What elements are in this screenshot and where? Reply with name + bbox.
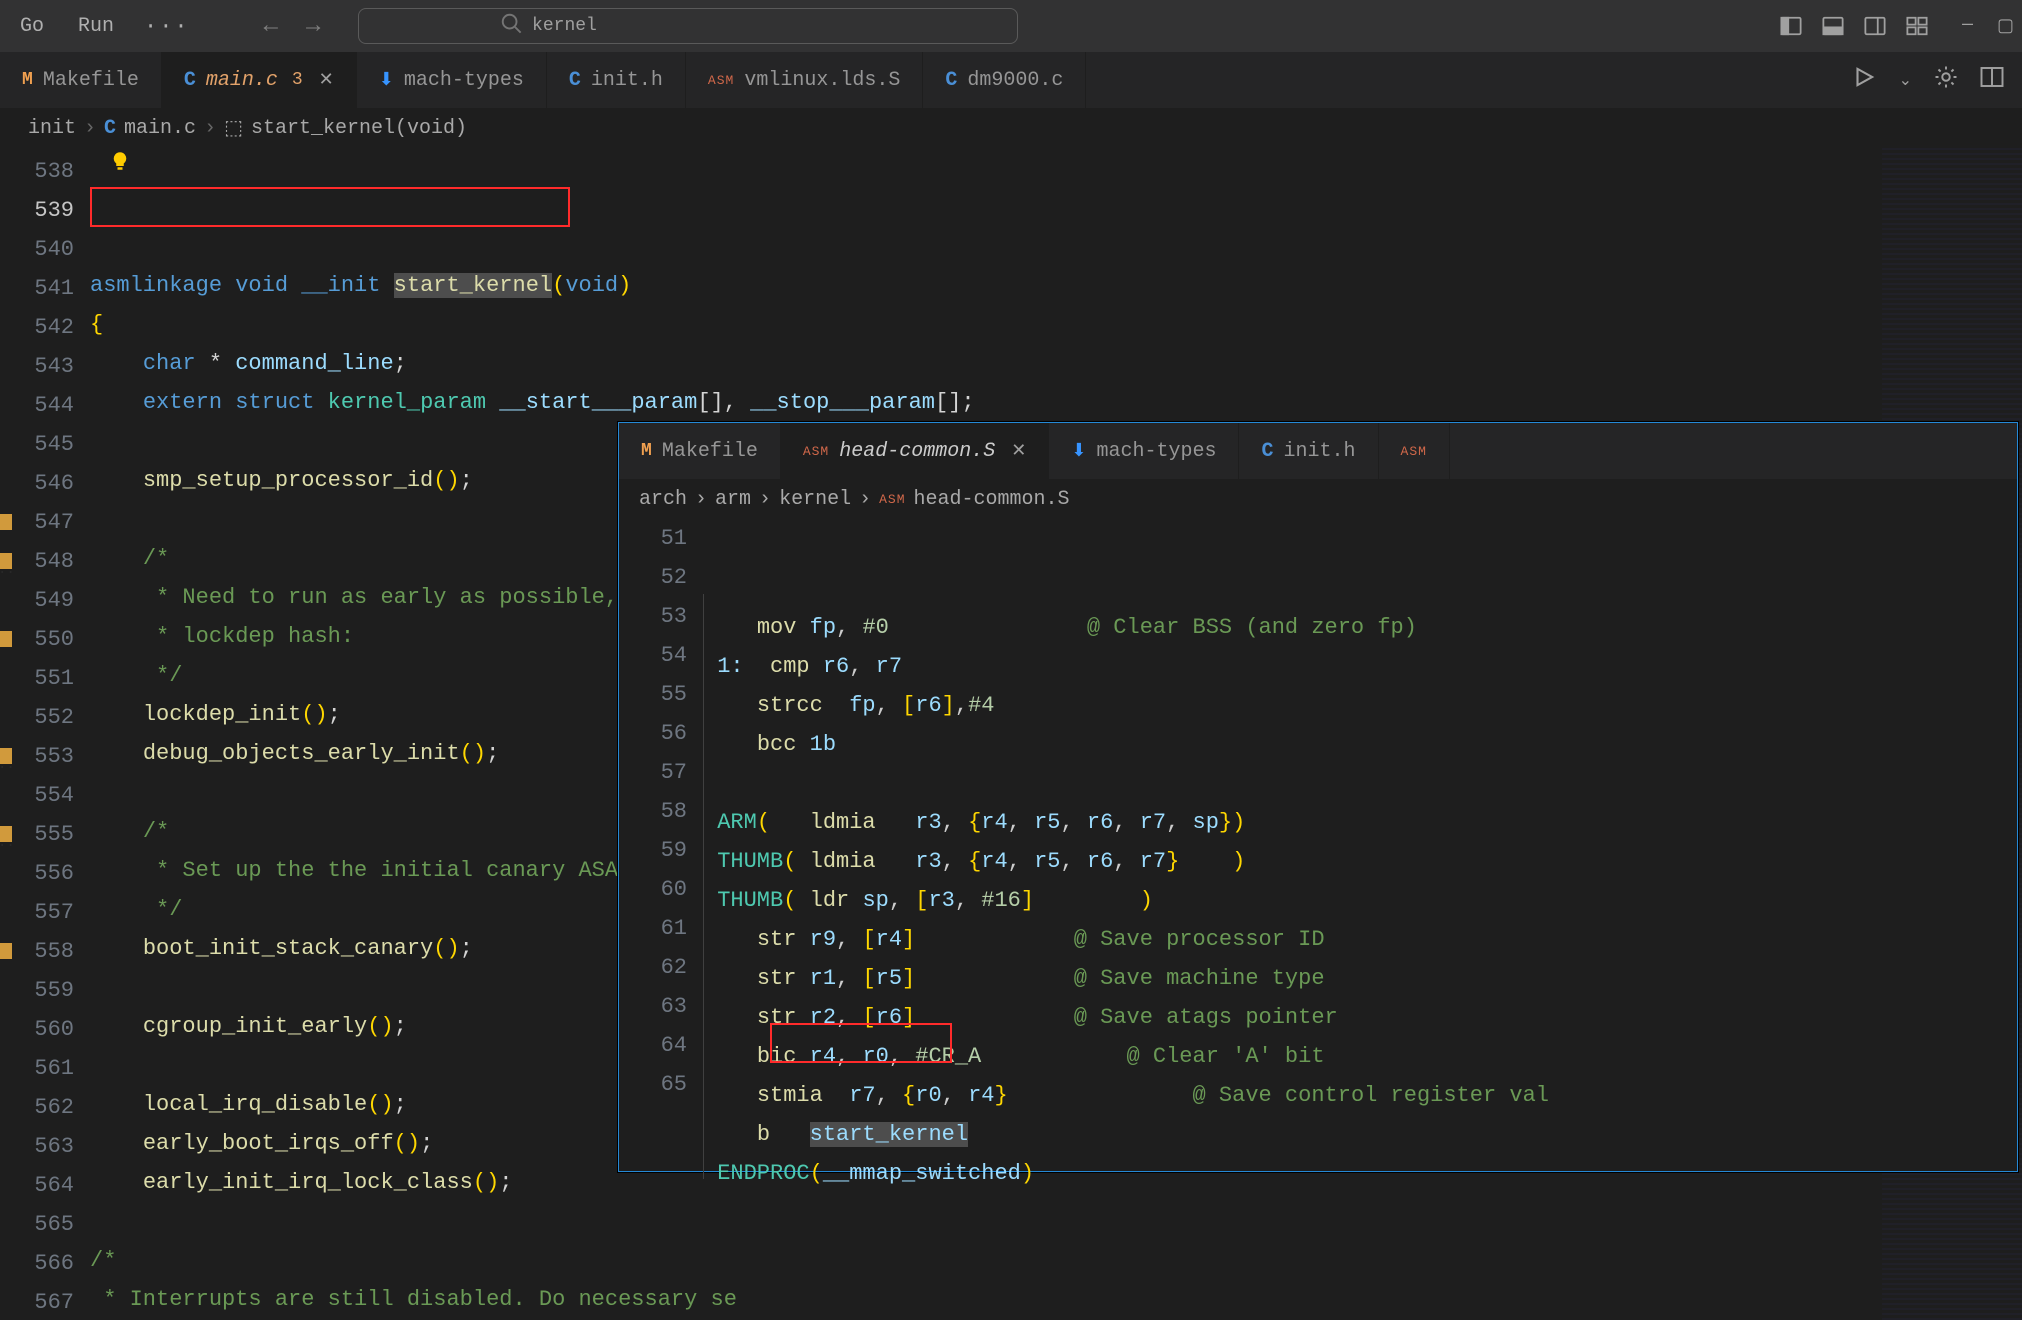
command-center-search[interactable]: kernel xyxy=(358,8,1018,44)
settings-gear-icon[interactable] xyxy=(1934,65,1958,96)
customize-layout-icon[interactable] xyxy=(1906,15,1928,37)
c-file-icon: C xyxy=(1261,440,1273,463)
breadcrumb-file[interactable]: main.c xyxy=(124,117,196,140)
layout-controls xyxy=(1780,15,1928,37)
close-icon[interactable]: ✕ xyxy=(1011,440,1026,462)
makefile-icon: M xyxy=(22,70,33,90)
symbol-icon: ⬚ xyxy=(224,115,243,141)
menu-go[interactable]: Go xyxy=(8,11,56,42)
titlebar: Go Run ··· ← → kernel — ▢ xyxy=(0,0,2022,52)
peek-tab-mach-types[interactable]: ⬇ mach-types xyxy=(1049,423,1239,479)
breadcrumb-segment[interactable]: arch xyxy=(639,488,687,511)
tab-init-h[interactable]: Cinit.h xyxy=(547,52,686,108)
tab-label: head-common.S xyxy=(839,440,995,463)
breadcrumb-peek[interactable]: arch›arm›kernel›ASMhead-common.S xyxy=(619,479,2017,519)
close-icon[interactable]: ✕ xyxy=(319,69,334,91)
c-file-icon: C xyxy=(184,69,196,92)
breadcrumb-segment[interactable]: arm xyxy=(715,488,751,511)
peek-tab-init-h[interactable]: Cinit.h xyxy=(1239,423,1378,479)
peek-tab-head-common-s[interactable]: ASM head-common.S ✕ xyxy=(781,423,1050,479)
tab-label: init.h xyxy=(591,69,663,92)
code-area-peek[interactable]: mov fp, #0 @ Clear BSS (and zero fp) 1: … xyxy=(703,519,2017,1171)
tab-row-actions: ⌄ xyxy=(1851,52,2022,108)
tab-makefile[interactable]: M Makefile xyxy=(0,52,162,108)
line-gutter-peek[interactable]: 515253545556575859606162636465 xyxy=(619,519,703,1171)
asm-file-icon: ASM xyxy=(708,73,734,88)
tab-label: dm9000.c xyxy=(967,69,1063,92)
tab-mach-types[interactable]: ⬇ mach-types xyxy=(357,52,547,108)
forward-arrow-icon[interactable]: → xyxy=(306,13,320,40)
tab-dm9000-c[interactable]: Cdm9000.c xyxy=(923,52,1086,108)
tab-label: mach-types xyxy=(1096,440,1216,463)
search-icon xyxy=(500,12,522,40)
tab-label: vmlinux.lds.S xyxy=(744,69,900,92)
chevron-down-icon[interactable]: ⌄ xyxy=(1899,70,1912,90)
window-maximize-icon[interactable]: ▢ xyxy=(1997,15,2014,37)
tab-label: Makefile xyxy=(662,440,758,463)
asm-file-icon: ASM xyxy=(1401,444,1427,459)
menu-more-icon[interactable]: ··· xyxy=(136,14,198,39)
download-arrow-icon: ⬇ xyxy=(379,69,394,91)
tab-label: init.h xyxy=(1284,440,1356,463)
search-value: kernel xyxy=(532,16,597,36)
breadcrumb-segment[interactable]: init xyxy=(28,117,76,140)
split-editor-icon[interactable] xyxy=(1980,65,2004,96)
c-file-icon: C xyxy=(569,69,581,92)
highlight-box-start-kernel xyxy=(90,187,570,227)
run-debug-icon[interactable] xyxy=(1851,64,1877,97)
editor-tabs-peek: M Makefile ASM head-common.S ✕ ⬇ mach-types Cin… xyxy=(619,423,2017,479)
line-gutter[interactable]: 5385395405415425435445455465475485495505… xyxy=(0,148,90,1320)
tab-label: main.c xyxy=(206,69,278,92)
peek-tab-more[interactable]: ASM xyxy=(1379,423,1450,479)
asm-file-icon: ASM xyxy=(879,492,905,507)
toggle-panel-icon[interactable] xyxy=(1822,15,1844,37)
tab-label: Makefile xyxy=(43,69,139,92)
toggle-primary-sidebar-icon[interactable] xyxy=(1780,15,1802,37)
c-file-icon: C xyxy=(945,69,957,92)
c-file-icon: C xyxy=(104,117,116,140)
back-arrow-icon[interactable]: ← xyxy=(264,13,278,40)
download-arrow-icon: ⬇ xyxy=(1071,440,1086,462)
breadcrumb-symbol[interactable]: start_kernel(void) xyxy=(251,117,467,140)
editor-tabs-main: M Makefile Cmain.c 3 ✕ ⬇ mach-types Cinit.h ASM v… xyxy=(0,52,2022,108)
tab-vmlinux-lds-s[interactable]: ASM vmlinux.lds.S xyxy=(686,52,923,108)
tab-problem-count: 3 xyxy=(292,70,303,90)
window-minimize-icon[interactable]: — xyxy=(1962,15,1973,37)
tab-main-c[interactable]: Cmain.c 3 ✕ xyxy=(162,52,357,108)
breadcrumb-segment[interactable]: kernel xyxy=(779,488,851,511)
menu-run[interactable]: Run xyxy=(66,11,126,42)
tab-label: mach-types xyxy=(404,69,524,92)
makefile-icon: M xyxy=(641,441,652,461)
asm-file-icon: ASM xyxy=(803,444,829,459)
breadcrumb-main[interactable]: init›Cmain.c›⬚start_kernel(void) xyxy=(0,108,2022,148)
nav-arrows: ← → xyxy=(264,13,321,40)
breadcrumb-file[interactable]: head-common.S xyxy=(914,488,1070,511)
peek-tab-makefile[interactable]: M Makefile xyxy=(619,423,781,479)
toggle-secondary-sidebar-icon[interactable] xyxy=(1864,15,1886,37)
peek-editor-panel: M Makefile ASM head-common.S ✕ ⬇ mach-types Cin… xyxy=(618,422,2018,1172)
